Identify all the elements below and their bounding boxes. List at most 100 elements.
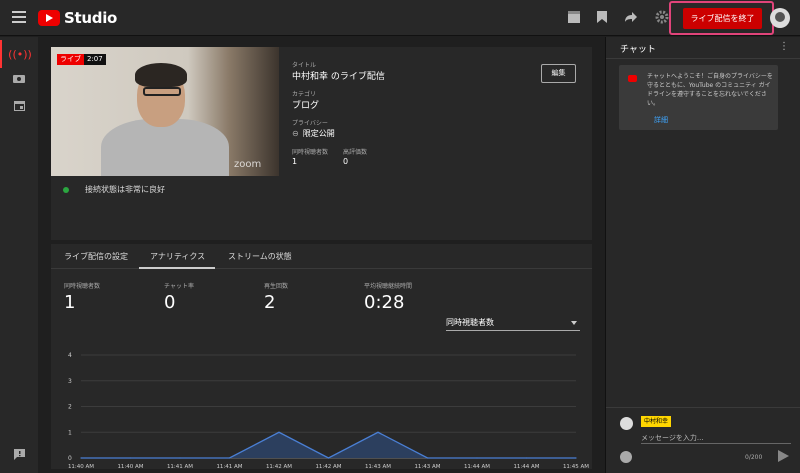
data-point [278,431,280,433]
connection-status-text: 接続状態は非常に良好 [85,185,165,194]
avatar [620,417,633,430]
x-tick-label: 11:40 AM [68,464,94,469]
data-point [377,431,379,433]
tab-stream-health[interactable]: ストリームの状態 [228,251,292,262]
chat-message-input[interactable] [641,432,791,444]
chat-compose: 中村和幸 0/200 [606,407,800,473]
stat-label-views: 再生回数 [264,283,289,290]
stream-overview-card: ライブ 2:07 zoom 接続状態は非常に良好 タイトル 中村和幸 のライブ配… [51,47,592,240]
stat-label-chat-rate: チャット率 [164,283,194,290]
live-badge: ライブ 2:07 [57,54,106,65]
top-bar: Studio ライブ配信を終了 [0,0,800,36]
active-tab-indicator [139,267,215,269]
tab-bar: ライブ配信の設定 アナリティクス ストリームの状態 [51,244,592,269]
stat-value-chat-rate: 0 [164,292,176,313]
x-tick-label: 11:40 AM [117,464,143,469]
y-tick-label: 0 [68,455,72,462]
stat-label-avg-watch: 平均視聴継続時間 [364,283,413,290]
chevron-down-icon [571,321,577,325]
zoom-watermark: zoom [234,159,262,170]
edit-button[interactable]: 編集 [541,64,576,83]
data-point [575,457,577,459]
live-label: ライブ [57,54,84,65]
youtube-logo-icon [38,10,60,26]
bookmark-icon[interactable] [594,10,610,26]
learn-more-link[interactable]: 詳細 [654,115,668,125]
y-tick-label: 2 [68,404,72,411]
x-tick-label: 11:44 AM [513,464,539,469]
x-tick-label: 11:42 AM [266,464,292,469]
logo-text: Studio [64,9,118,27]
category-label: カテゴリ [292,91,317,98]
youtube-studio-logo[interactable]: Studio [38,8,117,28]
hamburger-menu-icon[interactable] [12,11,26,23]
connection-status: 接続状態は非常に良好 [63,184,165,195]
data-point [228,457,231,459]
calendar-icon[interactable] [0,91,38,119]
privacy-label: プライバシー [292,120,328,127]
tab-analytics[interactable]: アナリティクス [150,251,205,262]
privacy-value: ⊖ 限定公開 [292,128,335,139]
status-dot-icon [63,186,69,193]
series-line [81,431,576,459]
chat-notice-text: チャットへようこそ！ご自身のプライバシーを守るとともに、YouTube のコミュ… [647,73,773,107]
share-icon[interactable] [623,10,639,26]
metric-dropdown-value: 同時視聴者数 [446,318,494,327]
series-area [81,432,576,458]
privacy-text: 限定公開 [302,129,335,138]
data-point [179,457,181,459]
title-label: タイトル [292,62,317,69]
y-tick-label: 4 [68,352,72,359]
chat-title: チャット [620,45,656,55]
end-live-highlight: ライブ配信を終了 [669,1,774,35]
emoji-icon[interactable] [620,451,632,463]
youtube-notice-icon [628,75,637,82]
concurrent-viewers-value: 1 [292,157,298,166]
chat-header: チャット ⋮ [606,37,800,59]
data-point [80,457,82,459]
tab-stream-settings[interactable]: ライブ配信の設定 [64,251,128,262]
data-point [476,457,478,459]
clapperboard-icon[interactable] [566,10,582,26]
stream-title: 中村和幸 のライブ配信 [292,72,385,82]
elapsed-time: 2:07 [84,54,106,65]
end-live-button[interactable]: ライブ配信を終了 [683,8,762,29]
stat-value-avg-watch: 0:28 [364,292,405,313]
left-nav: ((•)) [0,37,38,473]
x-tick-label: 11:43 AM [365,464,391,469]
link-icon: ⊖ [292,129,299,138]
chat-panel: チャット ⋮ チャットへようこそ！ご自身のプライバシーを守るとともに、YouTu… [605,37,800,473]
y-tick-label: 3 [68,378,72,385]
preview-person [101,119,229,176]
viewers-chart: 0 1 2 3 4 11:40 AM 11:40 AM 11:41 AM 11:41 AM 11:… [68,352,589,469]
char-count: 0/200 [745,454,763,461]
y-tick-label: 1 [68,429,72,436]
stream-preview[interactable]: ライブ 2:07 zoom [51,47,279,176]
chat-welcome-notice: チャットへようこそ！ご自身のプライバシーを守るとともに、YouTube のコミュ… [619,65,778,130]
x-tick-label: 11:41 AM [167,464,193,469]
data-point [327,457,330,459]
stat-value-views: 2 [264,292,276,313]
feedback-icon[interactable] [0,440,38,468]
data-point [129,457,132,459]
x-tick-label: 11:41 AM [216,464,242,469]
likes-label: 高評価数 [343,149,368,156]
concurrent-viewers-label: 同時視聴者数 [292,149,329,156]
more-options-icon[interactable]: ⋮ [779,41,789,53]
camera-icon[interactable] [0,64,38,92]
x-tick-label: 11:42 AM [315,464,341,469]
stat-label-concurrent: 同時視聴者数 [64,283,101,290]
x-tick-label: 11:44 AM [464,464,490,469]
main-content: ライブ 2:07 zoom 接続状態は非常に良好 タイトル 中村和幸 のライブ配… [38,37,605,473]
stream-category: ブログ [292,101,320,111]
gear-icon[interactable] [654,10,670,26]
x-tick-label: 11:43 AM [414,464,440,469]
stat-value-concurrent: 1 [64,292,76,313]
x-tick-label: 11:45 AM [563,464,589,469]
data-point [426,457,429,459]
data-point [525,457,528,459]
send-icon[interactable] [778,450,789,462]
metric-dropdown[interactable]: 同時視聴者数 [446,317,580,331]
account-avatar[interactable] [770,8,790,28]
likes-value: 0 [343,157,349,166]
